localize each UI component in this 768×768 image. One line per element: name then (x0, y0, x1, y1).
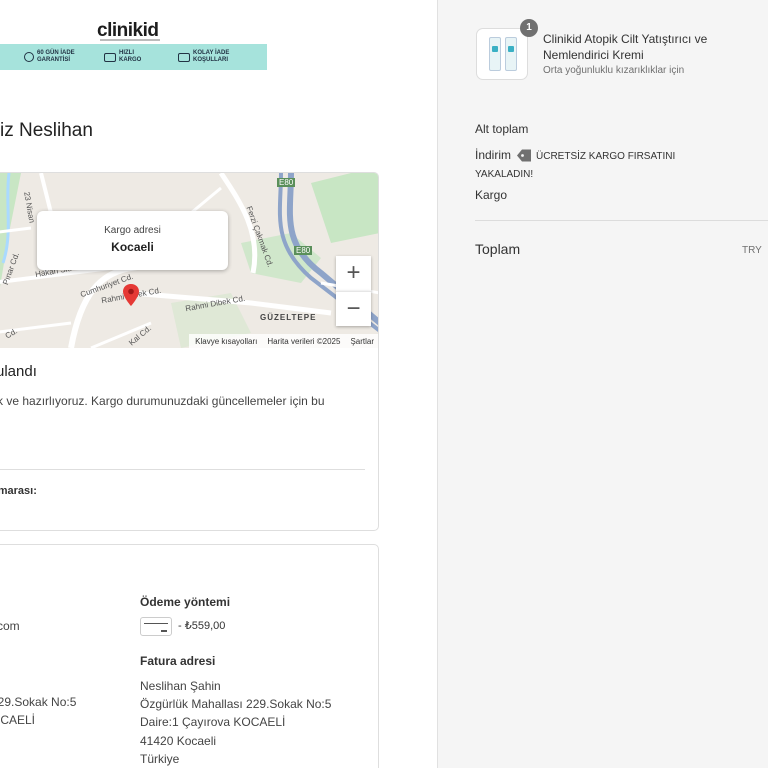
map-footer: Klavye kısayolları Harita verileri ©2025… (189, 334, 378, 348)
order-status-card: E80 E80 23 Nisan Ferzi Çakmak Cd. Hakan … (0, 172, 379, 531)
map-shortcuts-link[interactable]: Klavye kısayolları (195, 337, 257, 346)
map-label: E80 (294, 246, 313, 255)
product-tube (489, 37, 501, 71)
order-summary: 1 Clinikid Atopik Cilt Yatıştırıcı ve Ne… (437, 0, 768, 768)
banner-label: KOLAY İADE KOŞULLARI (193, 50, 230, 63)
banner-item-shipping: HIZLI KARGO (104, 50, 154, 64)
total-currency: TRY (742, 245, 762, 256)
discount-row: İndirim ÜCRETSİZ KARGO FIRSATINI YAKALADI… (475, 147, 735, 183)
location-pin-icon (123, 284, 139, 306)
divider (475, 220, 768, 221)
zoom-in-button[interactable]: + (336, 256, 371, 291)
bubble-city: Kocaeli (111, 240, 154, 254)
billing-address-line: Türkiye (140, 752, 180, 766)
order-status-title: rulandı (0, 363, 37, 380)
shipping-label: Kargo (475, 188, 508, 202)
product-variant: Orta yoğunluklu kızarıklıklar için (543, 65, 685, 76)
product-name: Clinikid Atopik Cilt Yatıştırıcı ve Neml… (543, 32, 708, 62)
quantity-badge: 1 (520, 19, 538, 37)
billing-address-line: Neslihan Şahin (140, 679, 221, 693)
billing-address-line: Daire:1 Çayırova KOCAELİ (140, 715, 286, 729)
promo-banner: 60 GÜN İADE GARANTİSİ HIZLI KARGO KOLAY … (0, 44, 267, 70)
billing-address-heading: Fatura adresi (140, 654, 216, 668)
credit-card-icon (140, 617, 172, 636)
total-label: Toplam (475, 241, 521, 257)
shipping-map[interactable]: E80 E80 23 Nisan Ferzi Çakmak Cd. Hakan … (0, 173, 378, 348)
customer-email: l.com (0, 619, 20, 633)
zoom-out-button[interactable]: − (336, 291, 371, 326)
billing-address-line: 41420 Kocaeli (140, 734, 217, 748)
product-thumbnail (476, 28, 528, 80)
subtotal-label: Alt toplam (475, 122, 529, 136)
map-label: GÜZELTEPE (260, 313, 317, 322)
banner-item-easy-return: KOLAY İADE KOŞULLARI (178, 50, 242, 64)
shipping-address-line: OCAELİ (0, 713, 36, 727)
shipping-address-line: 229.Sokak No:5 (0, 695, 77, 709)
order-status-text: tik ve hazırlıyoruz. Kargo durumunuzdaki… (0, 394, 325, 408)
customer-info-card: l.com 229.Sokak No:5 OCAELİ Ödeme yöntem… (0, 544, 379, 768)
tracking-number-label: umarası: (0, 485, 37, 497)
page-title: iz Neslihan (0, 120, 93, 141)
bubble-label: Kargo adresi (104, 225, 161, 236)
map-terms-link[interactable]: Şartlar (350, 337, 374, 346)
banner-label: HIZLI KARGO (119, 50, 142, 63)
map-label: E80 (277, 178, 296, 187)
return-icon (24, 52, 34, 62)
product-tube (505, 37, 517, 71)
banner-label: 60 GÜN İADE GARANTİSİ (37, 50, 75, 63)
billing-address-line: Özgürlük Mahallası 229.Sokak No:5 (140, 697, 332, 711)
divider (0, 469, 365, 470)
banner-item-return: 60 GÜN İADE GARANTİSİ (24, 50, 84, 64)
logo-tagline (100, 39, 160, 41)
payment-method-heading: Ödeme yöntemi (140, 595, 231, 609)
tag-icon (517, 149, 532, 162)
truck-icon (104, 52, 116, 62)
shipping-address-bubble: Kargo adresi Kocaeli (37, 211, 228, 270)
map-data-credit: Harita verileri ©2025 (267, 336, 341, 346)
discount-label: İndirim (475, 148, 512, 162)
checkout-main: clinikid 60 GÜN İADE GARANTİSİ HIZLI KAR… (0, 0, 437, 768)
truck-icon (178, 52, 190, 62)
payment-amount: - ₺559,00 (178, 620, 226, 632)
